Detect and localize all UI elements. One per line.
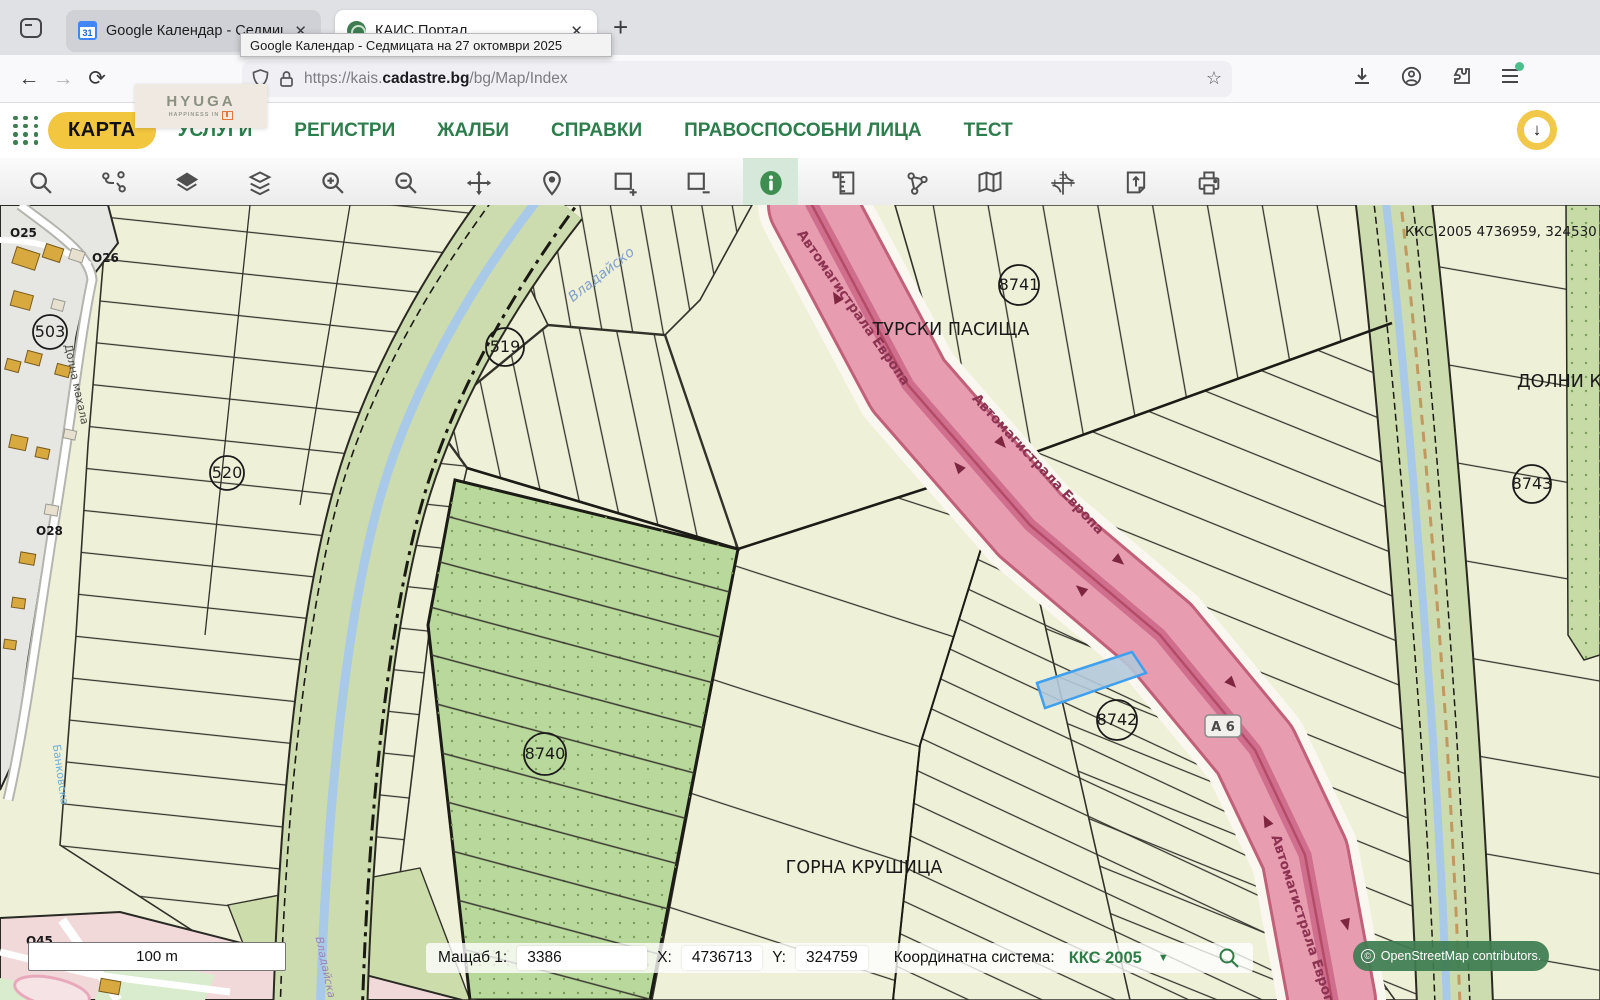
road-badge-a6: А 6 xyxy=(1205,715,1241,737)
svg-text:О26: О26 xyxy=(92,251,119,265)
url-field[interactable]: https://kais.cadastre.bg/bg/Map/Index ☆ xyxy=(242,61,1232,97)
scale-bar: 100 m xyxy=(28,942,286,971)
google-calendar-icon: 31 xyxy=(78,21,97,40)
nav-item-spravki[interactable]: СПРАВКИ xyxy=(551,120,642,142)
forward-button[interactable]: → xyxy=(46,67,80,91)
tab-tooltip: Google Календар - Седмицата на 27 октомв… xyxy=(240,33,612,57)
crs-label: Координатна система: xyxy=(894,949,1055,967)
scale-label: Мащаб 1: xyxy=(438,949,507,967)
nav-item-zhalbi[interactable]: ЖАЛБИ xyxy=(437,120,509,142)
osm-attribution-text: OpenStreetMap contributors. xyxy=(1381,949,1542,963)
pan-tool[interactable] xyxy=(451,158,506,208)
svg-text:О28: О28 xyxy=(36,524,63,538)
coordinates-tool[interactable] xyxy=(1035,158,1090,208)
map-canvas[interactable]: Автомагистрала Европа Автомагистрала Евр… xyxy=(0,205,1600,1000)
back-button[interactable]: ← xyxy=(12,67,46,91)
hyuga-logo-overlay: HYUGA HAPPINESS IN xyxy=(135,84,267,128)
cursor-coordinates: ККС 2005 4736959, 324530 xyxy=(1405,224,1597,240)
select-remove-tool[interactable] xyxy=(670,158,725,208)
osm-attribution[interactable]: © OpenStreetMap contributors. xyxy=(1353,941,1549,971)
export-tool[interactable] xyxy=(1108,158,1163,208)
reload-button[interactable]: ⟳ xyxy=(80,66,114,91)
svg-text:8740: 8740 xyxy=(525,744,566,763)
info-tool[interactable] xyxy=(743,158,798,208)
label-dolni-kru: ДОЛНИ КРУ xyxy=(1517,372,1600,392)
floorplan-icon xyxy=(222,111,233,120)
measure-tool[interactable] xyxy=(816,158,871,208)
notification-dot xyxy=(1515,62,1524,71)
node-select-tool[interactable] xyxy=(86,158,141,208)
new-tab-button[interactable]: + xyxy=(613,12,628,43)
topology-tool[interactable] xyxy=(889,158,944,208)
layer-tool[interactable] xyxy=(159,158,214,208)
url-text: https://kais.cadastre.bg/bg/Map/Index xyxy=(304,70,1198,88)
locate-tool[interactable] xyxy=(524,158,579,208)
apps-grid-icon[interactable] xyxy=(13,116,39,146)
y-value[interactable]: 324759 xyxy=(796,946,868,970)
hyuga-title: HYUGA xyxy=(166,93,235,110)
label-turski-pasishta: ТУРСКИ ПАСИЩА xyxy=(872,320,1030,340)
lock-icon[interactable] xyxy=(279,70,294,88)
select-add-tool[interactable] xyxy=(597,158,652,208)
downloads-icon[interactable] xyxy=(1352,66,1372,91)
map-sheet-tool[interactable] xyxy=(962,158,1017,208)
zoom-in-tool[interactable] xyxy=(305,158,360,208)
layers-tool[interactable] xyxy=(232,158,287,208)
account-icon[interactable] xyxy=(1401,66,1422,92)
copyright-icon: © xyxy=(1361,949,1375,963)
scroll-down-button[interactable]: ↓ xyxy=(1517,110,1557,150)
scale-input[interactable]: 3386 xyxy=(517,946,647,970)
svg-text:8743: 8743 xyxy=(1512,474,1553,493)
nav-item-registri[interactable]: РЕГИСТРИ xyxy=(294,120,395,142)
crs-select[interactable]: ККС 2005 xyxy=(1069,949,1142,968)
browser-window: 31 Google Календар - Седмицат ✕ КАИС Пор… xyxy=(0,0,1600,1000)
x-label: X: xyxy=(657,949,672,967)
extensions-puzzle-icon[interactable] xyxy=(1451,66,1471,91)
svg-text:8742: 8742 xyxy=(1097,710,1138,729)
map-toolbar xyxy=(0,158,1600,208)
chevron-down-icon[interactable]: ▼ xyxy=(1158,952,1169,964)
coordinate-search-icon[interactable] xyxy=(1217,946,1241,970)
hyuga-subtitle: HAPPINESS IN xyxy=(169,112,220,118)
x-value[interactable]: 4736713 xyxy=(682,946,762,970)
bookmark-star-icon[interactable]: ☆ xyxy=(1206,68,1222,89)
label-gorna-krushitsa: ГОРНА КРУШИЦА xyxy=(786,858,943,878)
search-tool[interactable] xyxy=(13,158,68,208)
menu-hamburger-icon[interactable] xyxy=(1500,67,1520,90)
svg-text:520: 520 xyxy=(212,463,243,482)
y-label: Y: xyxy=(772,949,786,967)
print-tool[interactable] xyxy=(1181,158,1236,208)
nav-item-test[interactable]: ТЕСТ xyxy=(964,120,1013,142)
svg-text:О25: О25 xyxy=(10,226,37,240)
cadastre-map[interactable]: Автомагистрала Европа Автомагистрала Евр… xyxy=(0,205,1600,1000)
firefox-view-icon[interactable] xyxy=(14,13,48,43)
svg-text:8741: 8741 xyxy=(999,275,1040,294)
svg-text:А 6: А 6 xyxy=(1211,720,1235,735)
svg-text:519: 519 xyxy=(490,337,521,356)
green-strip-east-edge xyxy=(1566,205,1600,660)
nav-item-pravosposobni-litsa[interactable]: ПРАВОСПОСОБНИ ЛИЦА xyxy=(684,120,922,142)
zoom-out-tool[interactable] xyxy=(378,158,433,208)
svg-text:503: 503 xyxy=(35,322,66,341)
map-status-bar: Мащаб 1: 3386 X: 4736713 Y: 324759 Коорд… xyxy=(426,943,1253,973)
